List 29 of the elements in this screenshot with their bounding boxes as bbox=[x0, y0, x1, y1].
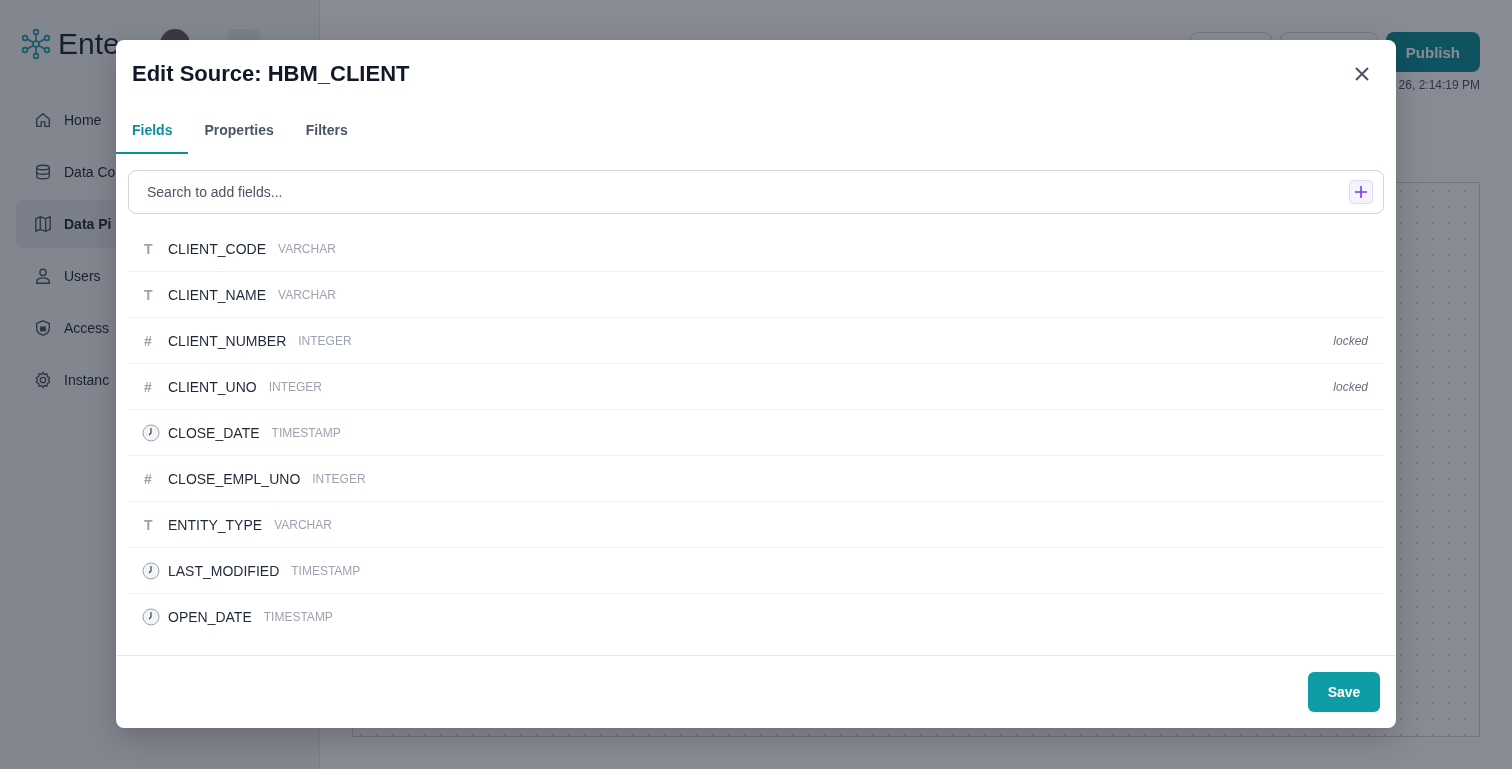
text-type-icon: T bbox=[142, 286, 153, 303]
field-type: INTEGER bbox=[298, 333, 352, 348]
field-name: LAST_MODIFIED bbox=[168, 562, 280, 579]
field-name: CLIENT_CODE bbox=[168, 240, 267, 257]
logo-text: Ente bbox=[58, 27, 120, 61]
field-type: VARCHAR bbox=[278, 241, 336, 256]
field-type: INTEGER bbox=[268, 379, 323, 394]
locked-label: locked bbox=[1333, 333, 1368, 348]
text-type-icon: T bbox=[142, 240, 153, 257]
field-name: OPEN_DATE bbox=[168, 608, 252, 625]
locked-label: locked bbox=[1333, 379, 1368, 394]
field-name: CLOSE_EMPL_UNO bbox=[168, 470, 301, 487]
field-name: CLIENT_NAME bbox=[168, 286, 267, 303]
field-name: ENTITY_TYPE bbox=[168, 516, 263, 533]
field-type: VARCHAR bbox=[274, 517, 332, 532]
text-type-icon: T bbox=[142, 516, 153, 533]
timestamp: 26, 2:14:19 PM bbox=[1398, 78, 1480, 92]
number-type-icon: # bbox=[142, 332, 152, 349]
field-type: VARCHAR bbox=[278, 287, 336, 302]
field-type: INTEGER bbox=[312, 471, 366, 486]
field-type: TIMESTAMP bbox=[263, 609, 333, 624]
modal-title: Edit Source: HBM_CLIENT bbox=[132, 61, 410, 87]
number-type-icon: # bbox=[142, 378, 152, 395]
field-name: CLOSE_DATE bbox=[168, 424, 260, 441]
field-type: TIMESTAMP bbox=[271, 425, 341, 440]
field-name: CLIENT_UNO bbox=[168, 378, 257, 395]
field-type: TIMESTAMP bbox=[291, 563, 361, 578]
field-name: CLIENT_NUMBER bbox=[168, 332, 287, 349]
number-type-icon: # bbox=[142, 470, 152, 487]
